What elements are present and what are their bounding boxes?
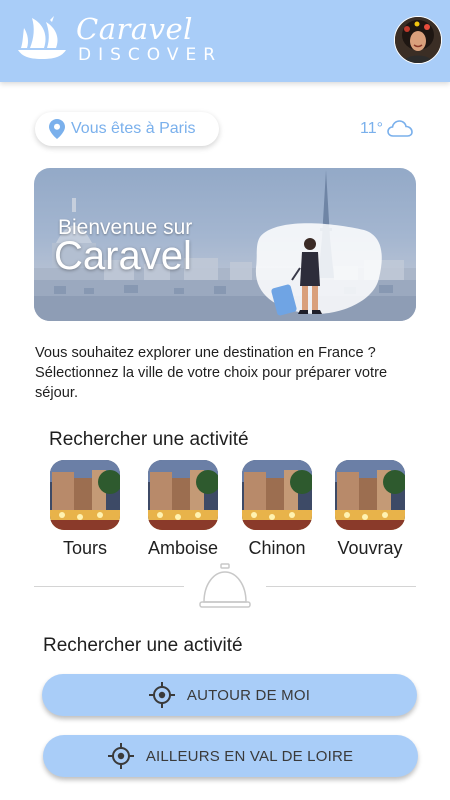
caravel-ship-logo-icon — [18, 16, 66, 59]
hero-title: Caravel — [54, 234, 192, 278]
user-avatar[interactable] — [394, 16, 442, 64]
city-card-vouvray[interactable]: Vouvray — [325, 460, 415, 559]
avatar-portrait-icon — [395, 17, 441, 63]
city-card-tours[interactable]: Tours — [40, 460, 130, 559]
cloud-icon — [387, 120, 413, 137]
city-card-chinon[interactable]: Chinon — [232, 460, 322, 559]
city-name: Vouvray — [337, 538, 403, 558]
brand-subtitle: DISCOVER — [78, 45, 223, 65]
city-thumbnail — [242, 460, 312, 530]
activity-section-title: Rechercher une activité — [49, 429, 249, 450]
city-name: Tours — [62, 538, 107, 558]
elsewhere-val-de-loire-button[interactable]: AILLEURS EN VAL DE LOIRE — [43, 735, 418, 777]
map-pin-icon — [49, 119, 65, 139]
search-section-title: Rechercher une activité — [43, 635, 243, 656]
city-card-amboise[interactable]: Amboise — [138, 460, 228, 559]
app-header: Caravel DISCOVER — [0, 0, 450, 82]
crosshair-icon — [148, 682, 175, 708]
current-location-label: Vous êtes à Paris — [71, 120, 196, 137]
around-me-button[interactable]: AUTOUR DE MOI — [42, 674, 417, 716]
city-name: Amboise — [147, 538, 219, 558]
intro-paragraph: Vous souhaitez explorer une destination … — [35, 345, 388, 401]
section-divider-right — [266, 586, 416, 587]
city-thumbnail — [148, 460, 218, 530]
welcome-banner: Bienvenue sur Caravel — [34, 168, 416, 321]
section-divider-left — [34, 586, 184, 587]
city-thumbnail — [50, 460, 120, 530]
crosshair-icon — [107, 743, 134, 769]
around-me-label: AUTOUR DE MOI — [186, 686, 311, 704]
current-location-pill[interactable]: Vous êtes à Paris — [35, 112, 219, 146]
temperature-value: 11° — [360, 120, 384, 137]
elsewhere-label: AILLEURS EN VAL DE LOIRE — [145, 747, 354, 765]
weather-widget: 11° — [360, 120, 413, 138]
service-bell-icon — [199, 563, 251, 608]
city-name: Chinon — [248, 538, 306, 558]
brand-name: Caravel — [76, 12, 193, 46]
city-thumbnail — [335, 460, 405, 530]
